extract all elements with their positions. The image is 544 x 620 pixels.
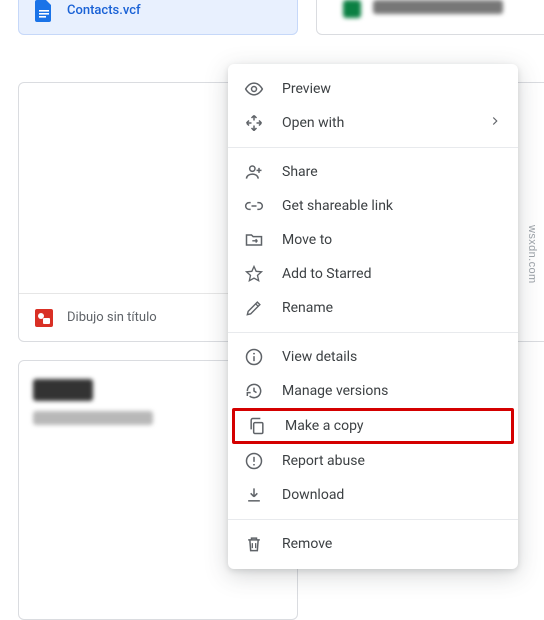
drawing-icon — [35, 307, 53, 329]
eye-icon — [244, 79, 264, 99]
watermark: wsxdn.com — [526, 225, 538, 284]
menu-star[interactable]: Add to Starred — [228, 257, 518, 291]
menu-label: Make a copy — [285, 418, 499, 434]
context-menu: Preview Open with Share Get shareable li… — [228, 64, 518, 569]
menu-share[interactable]: Share — [228, 155, 518, 189]
menu-versions[interactable]: Manage versions — [228, 374, 518, 408]
star-icon — [244, 264, 264, 284]
info-icon — [244, 347, 264, 367]
menu-label: Rename — [282, 300, 502, 316]
menu-label: Open with — [282, 115, 470, 131]
menu-label: Download — [282, 487, 502, 503]
menu-label: Get shareable link — [282, 198, 502, 214]
menu-make-copy[interactable]: Make a copy — [232, 408, 514, 444]
menu-remove[interactable]: Remove — [228, 527, 518, 561]
file-label: Contacts.vcf — [67, 3, 141, 18]
menu-details[interactable]: View details — [228, 340, 518, 374]
menu-label: Add to Starred — [282, 266, 502, 282]
menu-label: Share — [282, 164, 502, 180]
download-icon — [244, 485, 264, 505]
file-label: Dibujo sin título — [67, 310, 157, 325]
menu-preview[interactable]: Preview — [228, 72, 518, 106]
menu-separator — [228, 332, 518, 333]
pencil-icon — [244, 298, 264, 318]
link-icon — [244, 196, 264, 216]
menu-label: Move to — [282, 232, 502, 248]
file-doc-icon — [35, 0, 53, 22]
person-add-icon — [244, 162, 264, 182]
menu-report[interactable]: Report abuse — [228, 444, 518, 478]
menu-label: Remove — [282, 536, 502, 552]
history-icon — [244, 381, 264, 401]
copy-icon — [247, 416, 267, 436]
chevron-right-icon — [488, 114, 502, 132]
menu-open-with[interactable]: Open with — [228, 106, 518, 140]
menu-label: Preview — [282, 81, 502, 97]
menu-label: Report abuse — [282, 453, 502, 469]
menu-separator — [228, 519, 518, 520]
menu-move[interactable]: Move to — [228, 223, 518, 257]
file-card-contacts[interactable]: Contacts.vcf — [18, 0, 298, 35]
menu-label: Manage versions — [282, 383, 502, 399]
expand-icon — [244, 113, 264, 133]
menu-download[interactable]: Download — [228, 478, 518, 512]
menu-rename[interactable]: Rename — [228, 291, 518, 325]
menu-separator — [228, 147, 518, 148]
drive-files-grid: Contacts.vcf Dibujo sin título — [0, 0, 544, 500]
move-folder-icon — [244, 230, 264, 250]
warning-icon — [244, 451, 264, 471]
menu-get-link[interactable]: Get shareable link — [228, 189, 518, 223]
trash-icon — [244, 534, 264, 554]
menu-label: View details — [282, 349, 502, 365]
file-card[interactable] — [316, 0, 544, 35]
